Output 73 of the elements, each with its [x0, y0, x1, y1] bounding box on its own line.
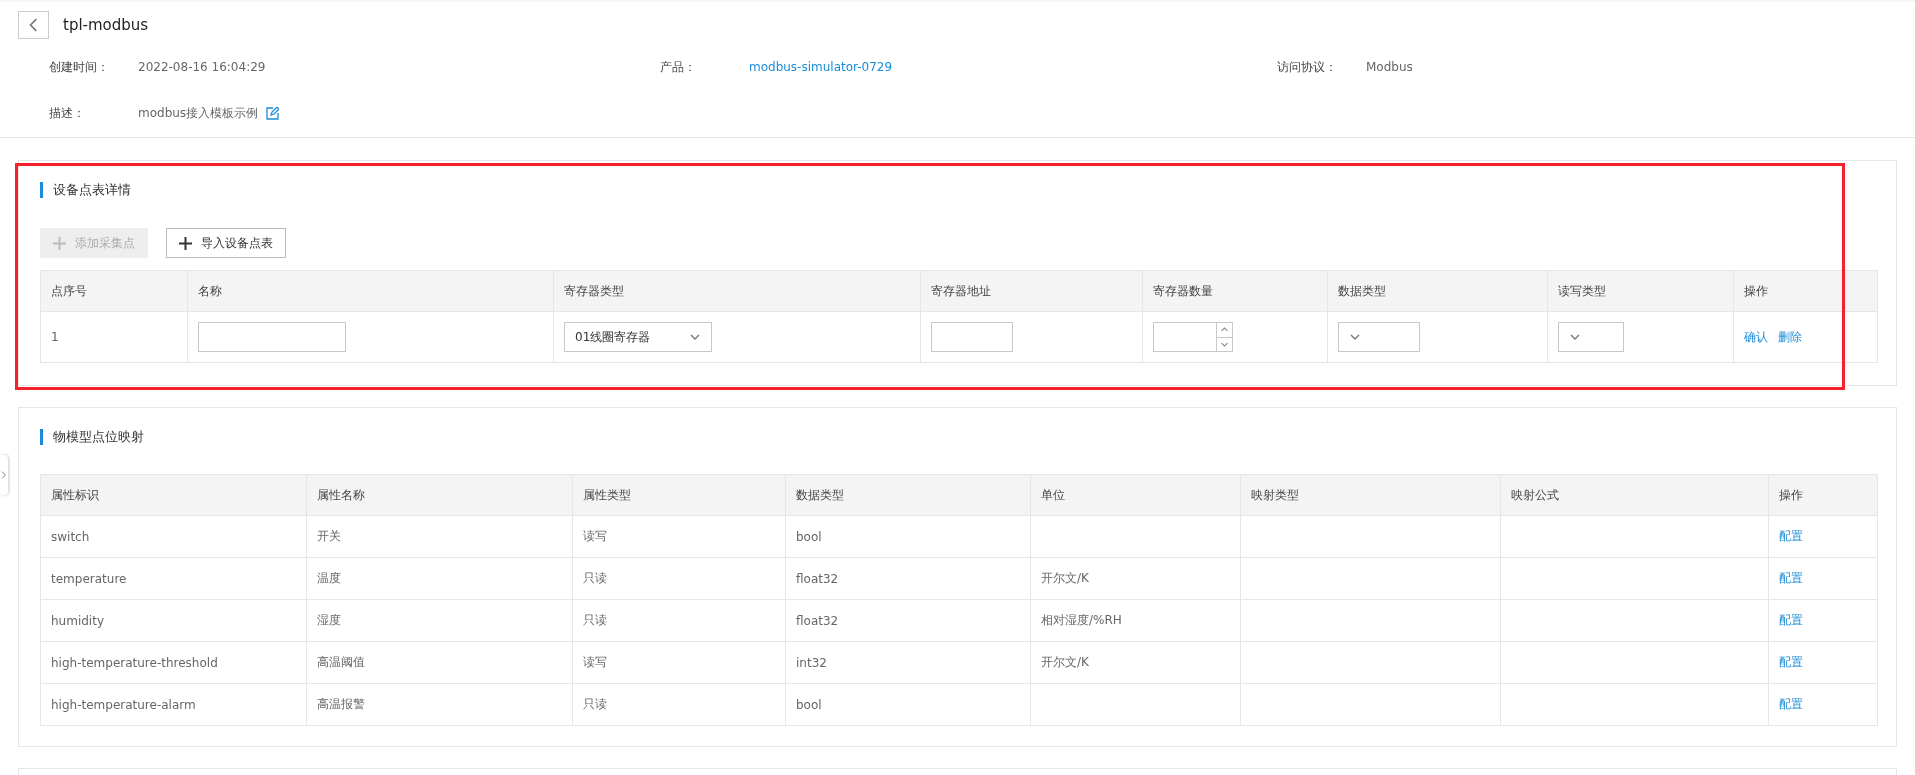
select-field[interactable]: [1338, 322, 1420, 352]
column-header: 数据类型: [1327, 270, 1548, 312]
table-cell: 读写: [583, 529, 607, 543]
field-value: Modbus: [1366, 60, 1413, 74]
plus-icon: [179, 236, 192, 250]
table-cell: temperature: [51, 571, 127, 586]
column-header: 名称: [187, 270, 554, 312]
table-cell: 只读: [583, 697, 607, 711]
column-header: 操作: [1733, 270, 1878, 312]
number-field[interactable]: [1153, 322, 1233, 352]
column-header: 映射公式: [1500, 474, 1769, 516]
table-cell: switch: [51, 529, 90, 544]
table-cell: high-temperature-threshold: [51, 655, 218, 670]
table-cell: float32: [796, 613, 839, 628]
chevron-right-icon: [0, 471, 8, 479]
section-title: 设备点表详情: [53, 181, 131, 199]
title-accent-bar: [40, 429, 43, 445]
column-header: 操作: [1768, 474, 1878, 516]
configure-link[interactable]: 配置: [1779, 529, 1803, 543]
column-header: 单位: [1030, 474, 1241, 516]
action-link[interactable]: 删除: [1778, 329, 1802, 344]
table-cell: humidity: [51, 613, 104, 628]
table-cell: 开关: [317, 529, 341, 543]
table-cell: 高温阈值: [317, 655, 365, 669]
input-field[interactable]: [931, 322, 1013, 352]
product-link[interactable]: modbus-simulator-0729: [749, 60, 893, 74]
table-cell: 开尔文/K: [1041, 655, 1089, 669]
column-header: 读写类型: [1547, 270, 1734, 312]
column-header: 映射类型: [1240, 474, 1501, 516]
title-accent-bar: [40, 182, 43, 198]
configure-link[interactable]: 配置: [1779, 571, 1803, 585]
edit-icon[interactable]: [266, 106, 280, 120]
plus-icon: [53, 236, 66, 250]
table-cell: bool: [796, 529, 822, 544]
column-header: 数据类型: [785, 474, 1031, 516]
table-cell: int32: [796, 655, 827, 670]
field-label: 访问协议：: [1277, 58, 1338, 76]
table-cell: high-temperature-alarm: [51, 697, 196, 712]
column-header: 寄存器地址: [920, 270, 1143, 312]
page-title: tpl-modbus: [63, 16, 149, 34]
table-cell: 读写: [583, 655, 607, 669]
column-header: 属性名称: [306, 474, 573, 516]
column-header: 寄存器数量: [1142, 270, 1328, 312]
table-cell: bool: [796, 697, 822, 712]
column-header: 点序号: [40, 270, 188, 312]
add-button[interactable]: 导入设备点表: [166, 228, 286, 258]
field-label: 描述：: [49, 104, 86, 122]
column-header: 属性类型: [572, 474, 786, 516]
table-cell: 湿度: [317, 613, 341, 627]
column-header: 寄存器类型: [553, 270, 921, 312]
field-label: 创建时间：: [49, 58, 110, 76]
select-field[interactable]: 01线圈寄存器: [564, 322, 712, 352]
table-cell: 只读: [583, 571, 607, 585]
column-header: 属性标识: [40, 474, 307, 516]
field-label: 产品：: [660, 58, 697, 76]
field-value: modbus接入模板示例: [138, 104, 259, 122]
table-cell: 高温报警: [317, 697, 365, 711]
table-cell: float32: [796, 571, 839, 586]
configure-link[interactable]: 配置: [1779, 655, 1803, 669]
section-title: 物模型点位映射: [53, 428, 144, 446]
back-button[interactable]: [18, 11, 49, 39]
configure-link[interactable]: 配置: [1779, 613, 1803, 627]
table-cell: 只读: [583, 613, 607, 627]
table-cell: 1: [51, 330, 59, 344]
field-value: 2022-08-16 16:04:29: [138, 60, 266, 74]
table-cell: 开尔文/K: [1041, 571, 1089, 585]
configure-link[interactable]: 配置: [1779, 697, 1803, 711]
table-cell: 相对湿度/%RH: [1041, 613, 1122, 627]
select-field[interactable]: [1558, 322, 1624, 352]
table-cell: 温度: [317, 571, 341, 585]
sidebar-handle[interactable]: [0, 455, 8, 495]
input-field[interactable]: [198, 322, 346, 352]
action-link[interactable]: 确认: [1744, 329, 1768, 344]
